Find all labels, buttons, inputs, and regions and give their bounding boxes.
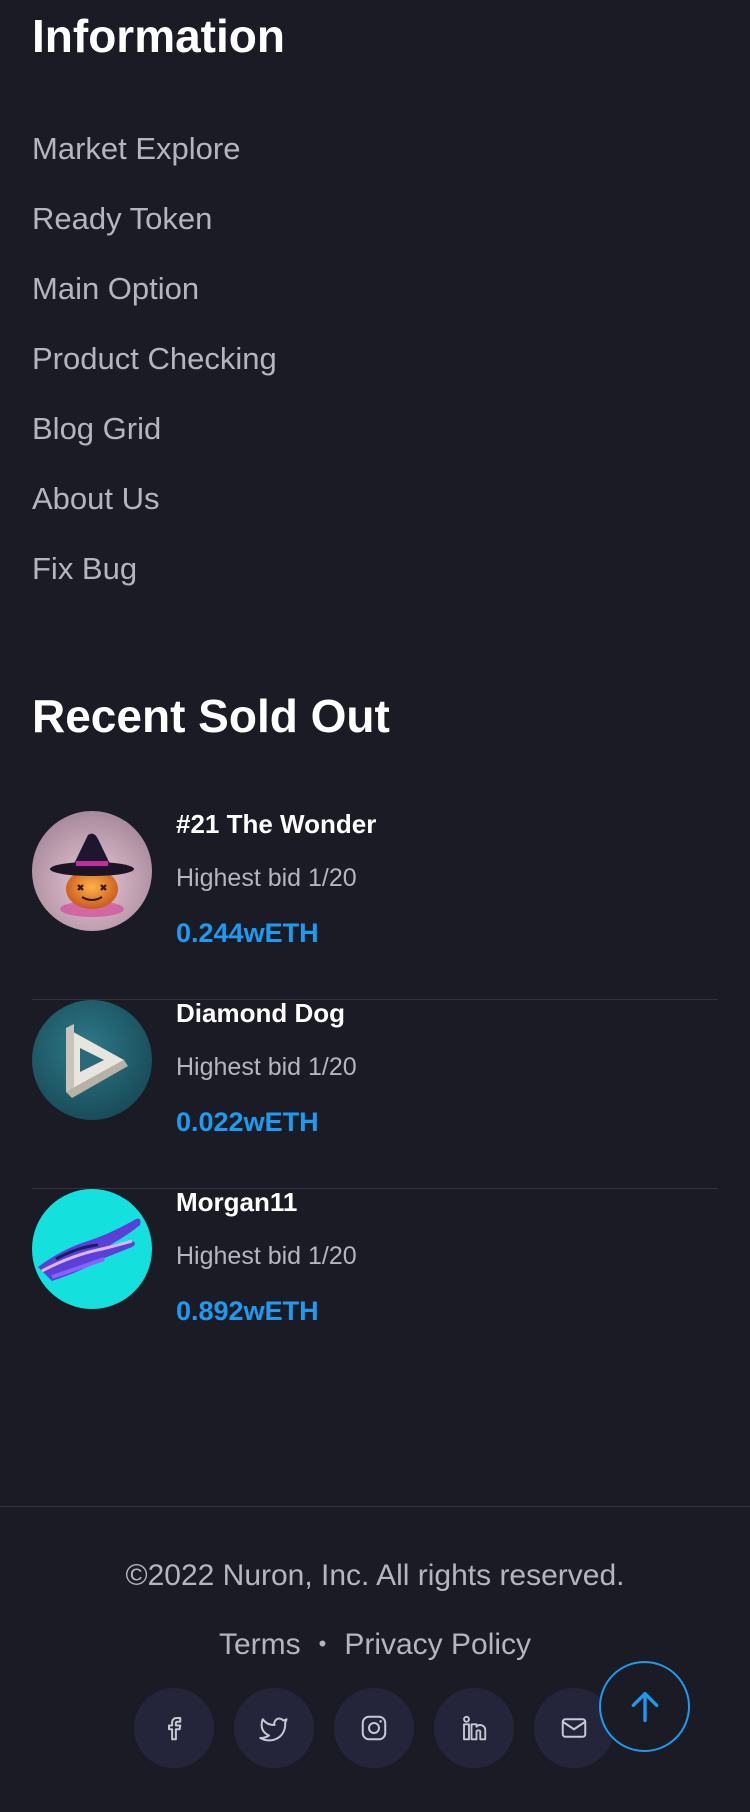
holographic-hand-image	[32, 1189, 152, 1309]
nft-thumbnail-pumpkin[interactable]	[32, 811, 152, 931]
information-links: Market Explore Ready Token Main Option P…	[32, 114, 277, 604]
twitter-icon	[259, 1717, 288, 1742]
link-main-option[interactable]: Main Option	[32, 254, 277, 324]
item-name[interactable]: Morgan11	[176, 1185, 297, 1219]
link-fix-bug[interactable]: Fix Bug	[32, 534, 277, 604]
mail-icon	[561, 1718, 587, 1738]
link-separator: •	[318, 1631, 327, 1656]
link-blog-grid[interactable]: Blog Grid	[32, 394, 277, 464]
linkedin-icon	[463, 1715, 487, 1741]
instagram-icon	[361, 1715, 387, 1741]
pumpkin-witch-hat-image	[32, 811, 152, 931]
impossible-triangle-image	[32, 1000, 152, 1120]
item-bid: Highest bid 1/20	[176, 1242, 357, 1270]
sold-item[interactable]: #21 The Wonder Highest bid 1/20 0.244wET…	[32, 809, 718, 1000]
social-links	[134, 1688, 614, 1768]
item-price: 0.022wETH	[176, 1107, 319, 1137]
item-bid: Highest bid 1/20	[176, 1053, 357, 1081]
link-product-checking[interactable]: Product Checking	[32, 324, 277, 394]
arrow-up-icon	[631, 1691, 658, 1722]
recent-sold-heading: Recent Sold Out	[32, 690, 390, 742]
nft-thumbnail-diamond-dog[interactable]	[32, 1000, 152, 1120]
footer-links: Terms • Privacy Policy	[0, 1624, 750, 1665]
copyright-text: ©2022 Nuron, Inc. All rights reserved.	[125, 1559, 625, 1592]
instagram-button[interactable]	[334, 1688, 414, 1768]
terms-link[interactable]: Terms	[219, 1628, 301, 1661]
twitter-button[interactable]	[234, 1688, 314, 1768]
item-bid: Highest bid 1/20	[176, 864, 357, 892]
item-name[interactable]: #21 The Wonder	[176, 807, 376, 841]
linkedin-button[interactable]	[434, 1688, 514, 1768]
facebook-button[interactable]	[134, 1688, 214, 1768]
scroll-to-top-button[interactable]	[599, 1661, 690, 1752]
sold-item[interactable]: Diamond Dog Highest bid 1/20 0.022wETH	[32, 998, 718, 1189]
item-price: 0.892wETH	[176, 1296, 319, 1326]
link-market-explore[interactable]: Market Explore	[32, 114, 277, 184]
footer-divider	[0, 1506, 750, 1507]
footer-page: Information Market Explore Ready Token M…	[0, 0, 750, 1812]
item-price: 0.244wETH	[176, 918, 319, 948]
item-name[interactable]: Diamond Dog	[176, 996, 345, 1030]
privacy-policy-link[interactable]: Privacy Policy	[344, 1628, 531, 1661]
information-heading: Information	[32, 10, 285, 62]
link-ready-token[interactable]: Ready Token	[32, 184, 277, 254]
sold-item[interactable]: Morgan11 Highest bid 1/20 0.892wETH	[32, 1187, 718, 1378]
nft-thumbnail-morgan[interactable]	[32, 1189, 152, 1309]
link-about-us[interactable]: About Us	[32, 464, 277, 534]
facebook-icon	[168, 1717, 182, 1741]
